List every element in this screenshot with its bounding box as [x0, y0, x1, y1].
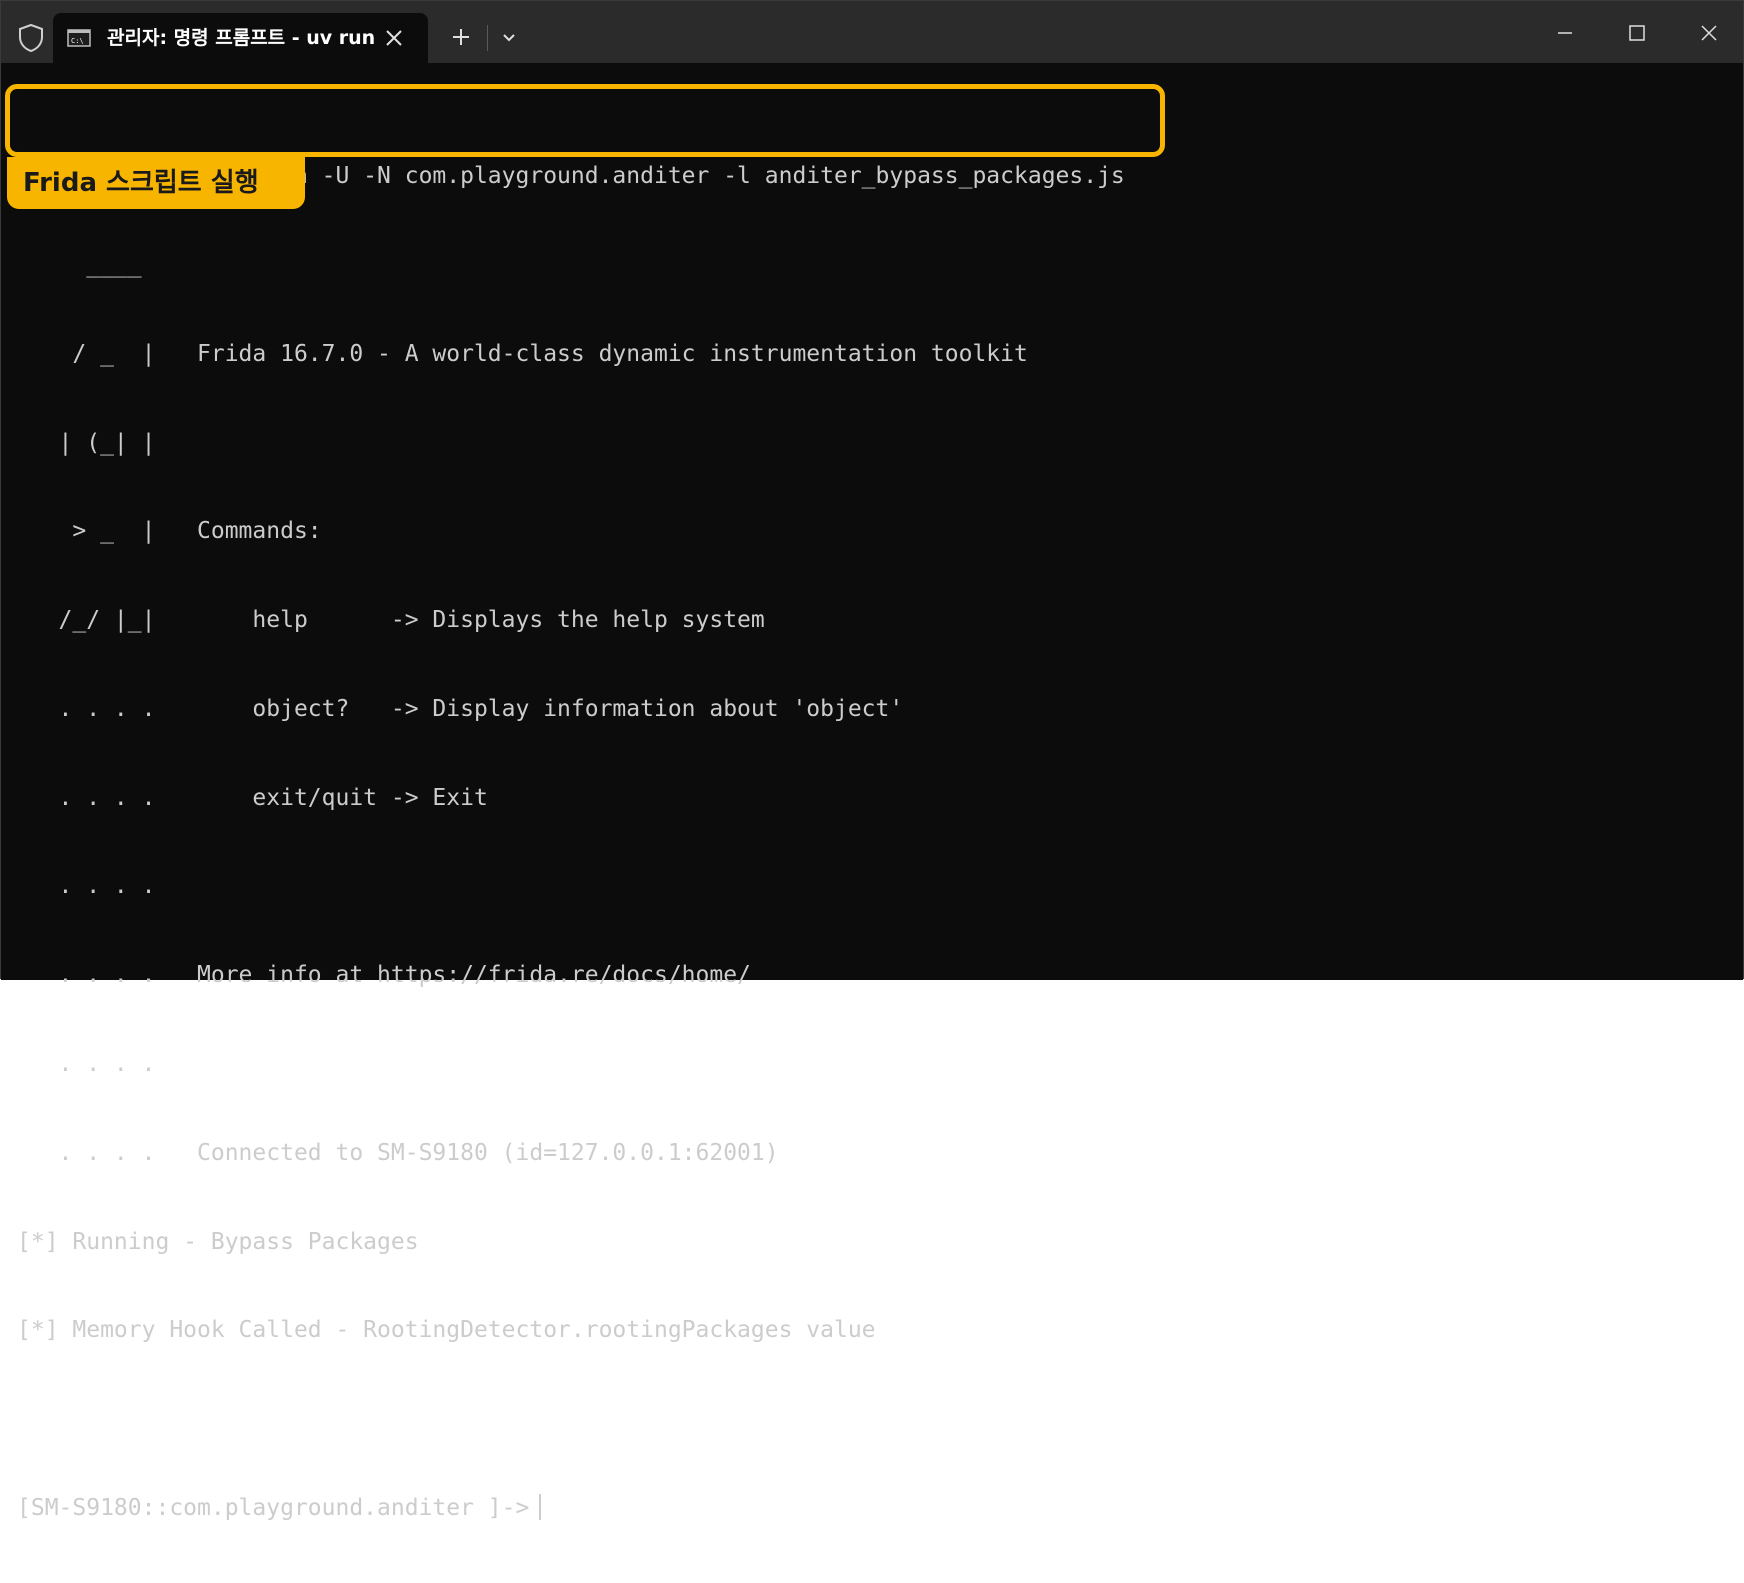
command-highlight-box [5, 84, 1165, 157]
command-prompt-icon: C:\ [67, 29, 91, 47]
terminal-line: . . . . [17, 1051, 156, 1077]
text-cursor [539, 1493, 542, 1520]
svg-text:C:\: C:\ [71, 37, 84, 45]
terminal-line: [*] Memory Hook Called - RootingDetector… [17, 1317, 876, 1344]
close-icon[interactable] [383, 27, 405, 49]
chevron-down-icon[interactable] [499, 27, 519, 47]
shield-icon [19, 23, 43, 53]
terminal-line: . . . . More info at https://frida.re/do… [17, 962, 751, 989]
annotation-callout: Frida 스크립트 실행 [7, 157, 305, 209]
terminal-line: / _ | Frida 16.7.0 - A world-class dynam… [17, 340, 1028, 367]
terminal-line: . . . . object? -> Display information a… [17, 695, 904, 722]
terminal-line: . . . . exit/quit -> Exit [17, 784, 488, 811]
close-window-button[interactable] [1689, 15, 1729, 51]
plus-icon[interactable] [449, 25, 473, 49]
maximize-icon [1629, 25, 1645, 41]
terminal-line: . . . . [17, 873, 156, 900]
terminal-line: /_/ |_| help -> Displays the help system [17, 607, 765, 634]
tab-title: 관리자: 명령 프롬프트 - uv run [107, 27, 376, 49]
minimize-button[interactable] [1545, 15, 1585, 51]
tab-separator [487, 25, 488, 51]
terminal-line: ____ [17, 251, 142, 278]
minimize-icon [1558, 32, 1572, 34]
terminal-output: D:\frida>uv run frida -U -N com.playgrou… [17, 103, 1125, 1583]
terminal-line: | (_| | [17, 429, 156, 456]
terminal-window: C:\ 관리자: 명령 프롬프트 - uv run D:\frida>uv ru… [0, 0, 1744, 1521]
terminal-line: > _ | Commands: [17, 518, 322, 545]
close-icon [1701, 25, 1717, 41]
title-bar: C:\ 관리자: 명령 프롬프트 - uv run [1, 1, 1743, 63]
terminal-line: [*] Running - Bypass Packages [17, 1228, 419, 1255]
terminal-line: . . . . Connected to SM-S9180 (id=127.0.… [17, 1139, 779, 1166]
tab-command-prompt[interactable]: C:\ 관리자: 명령 프롬프트 - uv run [53, 13, 428, 63]
terminal-prompt-line[interactable]: [SM-S9180::com.playground.anditer ]-> [17, 1493, 1125, 1524]
terminal-prompt: [SM-S9180::com.playground.anditer ]-> [17, 1494, 530, 1521]
maximize-button[interactable] [1617, 15, 1657, 51]
